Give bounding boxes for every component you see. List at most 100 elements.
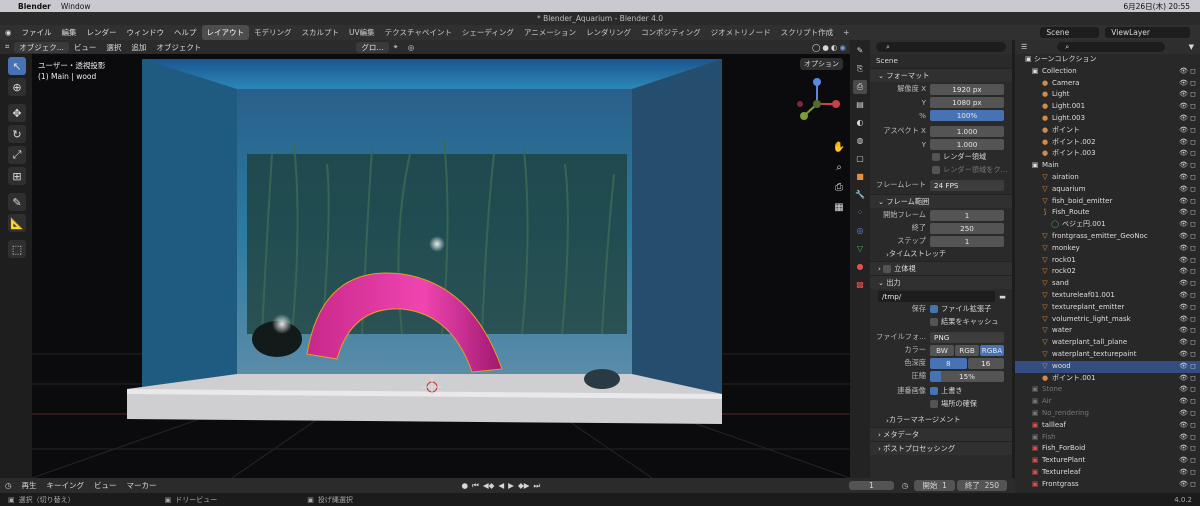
outliner-row[interactable]: ● Light.001 👁 ◻	[1015, 101, 1200, 113]
props-search-input[interactable]: ⌕	[876, 42, 1006, 52]
tab-sculpt[interactable]: スカルプト	[297, 25, 345, 40]
outliner-row[interactable]: ▣ Frontgrass 👁 ◻	[1015, 479, 1200, 491]
outliner-row[interactable]: ▣ Fish_ForBoid 👁 ◻	[1015, 443, 1200, 455]
color-bw-button[interactable]: BW	[930, 344, 954, 356]
visibility-icon[interactable]: 👁 ◻	[1179, 278, 1196, 290]
framerate-dropdown[interactable]: 24 FPS	[930, 179, 1004, 191]
visibility-icon[interactable]: 👁 ◻	[1179, 66, 1196, 78]
tab-scripting[interactable]: スクリプト作成	[776, 25, 839, 40]
texture-props-icon[interactable]: ▩	[853, 278, 867, 292]
visibility-icon[interactable]: 👁 ◻	[1179, 266, 1196, 278]
subsection-time-stretch[interactable]: › タイムストレッチ	[870, 248, 1012, 260]
outliner-row[interactable]: ▽ rock02 👁 ◻	[1015, 266, 1200, 278]
transform-tool-icon[interactable]: ⊞	[8, 167, 26, 185]
visibility-icon[interactable]: 👁 ◻	[1179, 373, 1196, 385]
frame-end-field[interactable]: 250	[930, 222, 1004, 234]
timeline-editor-icon[interactable]: ◷	[0, 481, 17, 490]
start-frame-field[interactable]: 開始 1	[914, 480, 955, 491]
vp-menu-view[interactable]: ビュー	[69, 42, 102, 53]
output-props-icon[interactable]: ⎙	[853, 80, 867, 94]
compression-slider[interactable]: 15%	[930, 370, 1004, 382]
visibility-icon[interactable]: 👁 ◻	[1179, 101, 1196, 113]
visibility-icon[interactable]: 👁 ◻	[1179, 113, 1196, 125]
blender-logo-icon[interactable]: ◉	[0, 28, 17, 37]
visibility-icon[interactable]: 👁 ◻	[1179, 396, 1196, 408]
section-postprocessing[interactable]: › ポストプロセッシング	[870, 441, 1012, 455]
menu-render[interactable]: レンダー	[82, 27, 122, 38]
world-props-icon[interactable]: ◍	[853, 134, 867, 148]
outliner-row[interactable]: ▣ No_rendering 👁 ◻	[1015, 408, 1200, 420]
ortho-grid-icon[interactable]: ▦	[832, 202, 846, 216]
visibility-icon[interactable]: 👁 ◻	[1179, 467, 1196, 479]
outliner-row[interactable]: ▽ monkey 👁 ◻	[1015, 243, 1200, 255]
tab-texpaint[interactable]: テクスチャペイント	[380, 25, 457, 40]
outliner-row[interactable]: ▽ waterplant_tall_plane 👁 ◻	[1015, 337, 1200, 349]
add-cube-tool-icon[interactable]: ⬚	[8, 240, 26, 258]
vp-menu-object[interactable]: オブジェクト	[151, 42, 206, 53]
section-stereoscopy[interactable]: › 立体視	[870, 261, 1012, 275]
snap-icon[interactable]: ⌖	[389, 42, 403, 52]
outliner-row[interactable]: ▽ wood 👁 ◻	[1015, 360, 1200, 373]
play-icon[interactable]: ▶	[508, 481, 514, 491]
visibility-icon[interactable]: 👁 ◻	[1179, 196, 1196, 208]
transform-orientation[interactable]: グロ...	[356, 41, 389, 53]
timeline-marker[interactable]: マーカー	[122, 480, 162, 491]
tool-props-icon[interactable]: ✎	[853, 44, 867, 58]
current-frame-field[interactable]: 1	[849, 481, 894, 490]
scene-props-icon[interactable]: ◐	[853, 116, 867, 130]
options-dropdown[interactable]: オプション	[800, 58, 843, 70]
outliner-row[interactable]: ▣ Air 👁 ◻	[1015, 396, 1200, 408]
vp-menu-add[interactable]: 追加	[126, 42, 151, 53]
object-props-icon[interactable]: ■	[853, 170, 867, 184]
visibility-icon[interactable]: 👁 ◻	[1179, 243, 1196, 255]
visibility-icon[interactable]: 👁 ◻	[1179, 337, 1196, 349]
material-props-icon[interactable]: ●	[853, 260, 867, 274]
menu-file[interactable]: ファイル	[17, 27, 57, 38]
visibility-icon[interactable]: 👁 ◻	[1179, 172, 1196, 184]
add-workspace-button[interactable]: +	[838, 26, 854, 39]
filter-icon[interactable]: ▼	[1189, 43, 1194, 51]
play-reverse-icon[interactable]: ◀	[498, 481, 504, 491]
outliner-search-input[interactable]: ⌕	[1057, 42, 1165, 52]
scene-selector[interactable]: Scene	[1040, 27, 1100, 38]
section-metadata[interactable]: › メタデータ	[870, 427, 1012, 441]
outliner-row[interactable]: ▣ tallleaf 👁 ◻	[1015, 420, 1200, 432]
select-tool-icon[interactable]: ↖	[8, 57, 26, 75]
visibility-icon[interactable]: 👁 ◻	[1179, 290, 1196, 302]
wireframe-shading-icon[interactable]: ◯	[812, 43, 820, 52]
outliner-row[interactable]: ● ポイント.003 👁 ◻	[1015, 148, 1200, 160]
viewlayer-selector[interactable]: ViewLayer	[1105, 27, 1190, 38]
crop-checkbox[interactable]: レンダー領域をク...	[870, 164, 1012, 176]
outliner-row[interactable]: ▣ Stone 👁 ◻	[1015, 384, 1200, 396]
outliner-row[interactable]: ▽ volumetric_light_mask 👁 ◻	[1015, 314, 1200, 326]
visibility-icon[interactable]: 👁 ◻	[1179, 408, 1196, 420]
prev-key-icon[interactable]: ◀◆	[483, 481, 495, 491]
scene-collection-row[interactable]: ▣ シーンコレクション	[1015, 54, 1200, 66]
visibility-icon[interactable]: 👁 ◻	[1179, 255, 1196, 267]
outliner-row[interactable]: ▽ water 👁 ◻	[1015, 325, 1200, 337]
cache-result-checkbox[interactable]: 結果をキャッシュ	[930, 317, 999, 327]
visibility-icon[interactable]: 👁 ◻	[1179, 384, 1196, 396]
render-region-checkbox[interactable]: レンダー領域	[870, 151, 1012, 163]
outliner-row[interactable]: ● Light 👁 ◻	[1015, 89, 1200, 101]
aspect-y-field[interactable]: 1.000	[930, 138, 1004, 150]
outliner-row[interactable]: ▽ fish_boid_emitter 👁 ◻	[1015, 196, 1200, 208]
tab-compositing[interactable]: コンポジティング	[636, 25, 706, 40]
tab-modeling[interactable]: モデリング	[249, 25, 297, 40]
outliner-row[interactable]: ● ポイント 👁 ◻	[1015, 125, 1200, 137]
camera-view-icon[interactable]: ⎙	[832, 182, 846, 196]
menu-window[interactable]: ウィンドウ	[122, 27, 170, 38]
app-menu[interactable]: Blender	[18, 2, 51, 11]
viewlayer-props-icon[interactable]: ▤	[853, 98, 867, 112]
visibility-icon[interactable]: 👁 ◻	[1179, 125, 1196, 137]
frame-start-field[interactable]: 1	[930, 209, 1004, 221]
visibility-icon[interactable]: 👁 ◻	[1179, 219, 1196, 231]
rotate-tool-icon[interactable]: ↻	[8, 125, 26, 143]
visibility-icon[interactable]: 👁 ◻	[1179, 420, 1196, 432]
visibility-icon[interactable]: 👁 ◻	[1179, 160, 1196, 172]
cursor-tool-icon[interactable]: ⊕	[8, 78, 26, 96]
scale-tool-icon[interactable]: ⤢	[8, 146, 26, 164]
outliner-row[interactable]: ▽ frontgrass_emitter_GeoNoc 👁 ◻	[1015, 231, 1200, 243]
annotate-tool-icon[interactable]: ✎	[8, 193, 26, 211]
visibility-icon[interactable]: 👁 ◻	[1179, 78, 1196, 90]
